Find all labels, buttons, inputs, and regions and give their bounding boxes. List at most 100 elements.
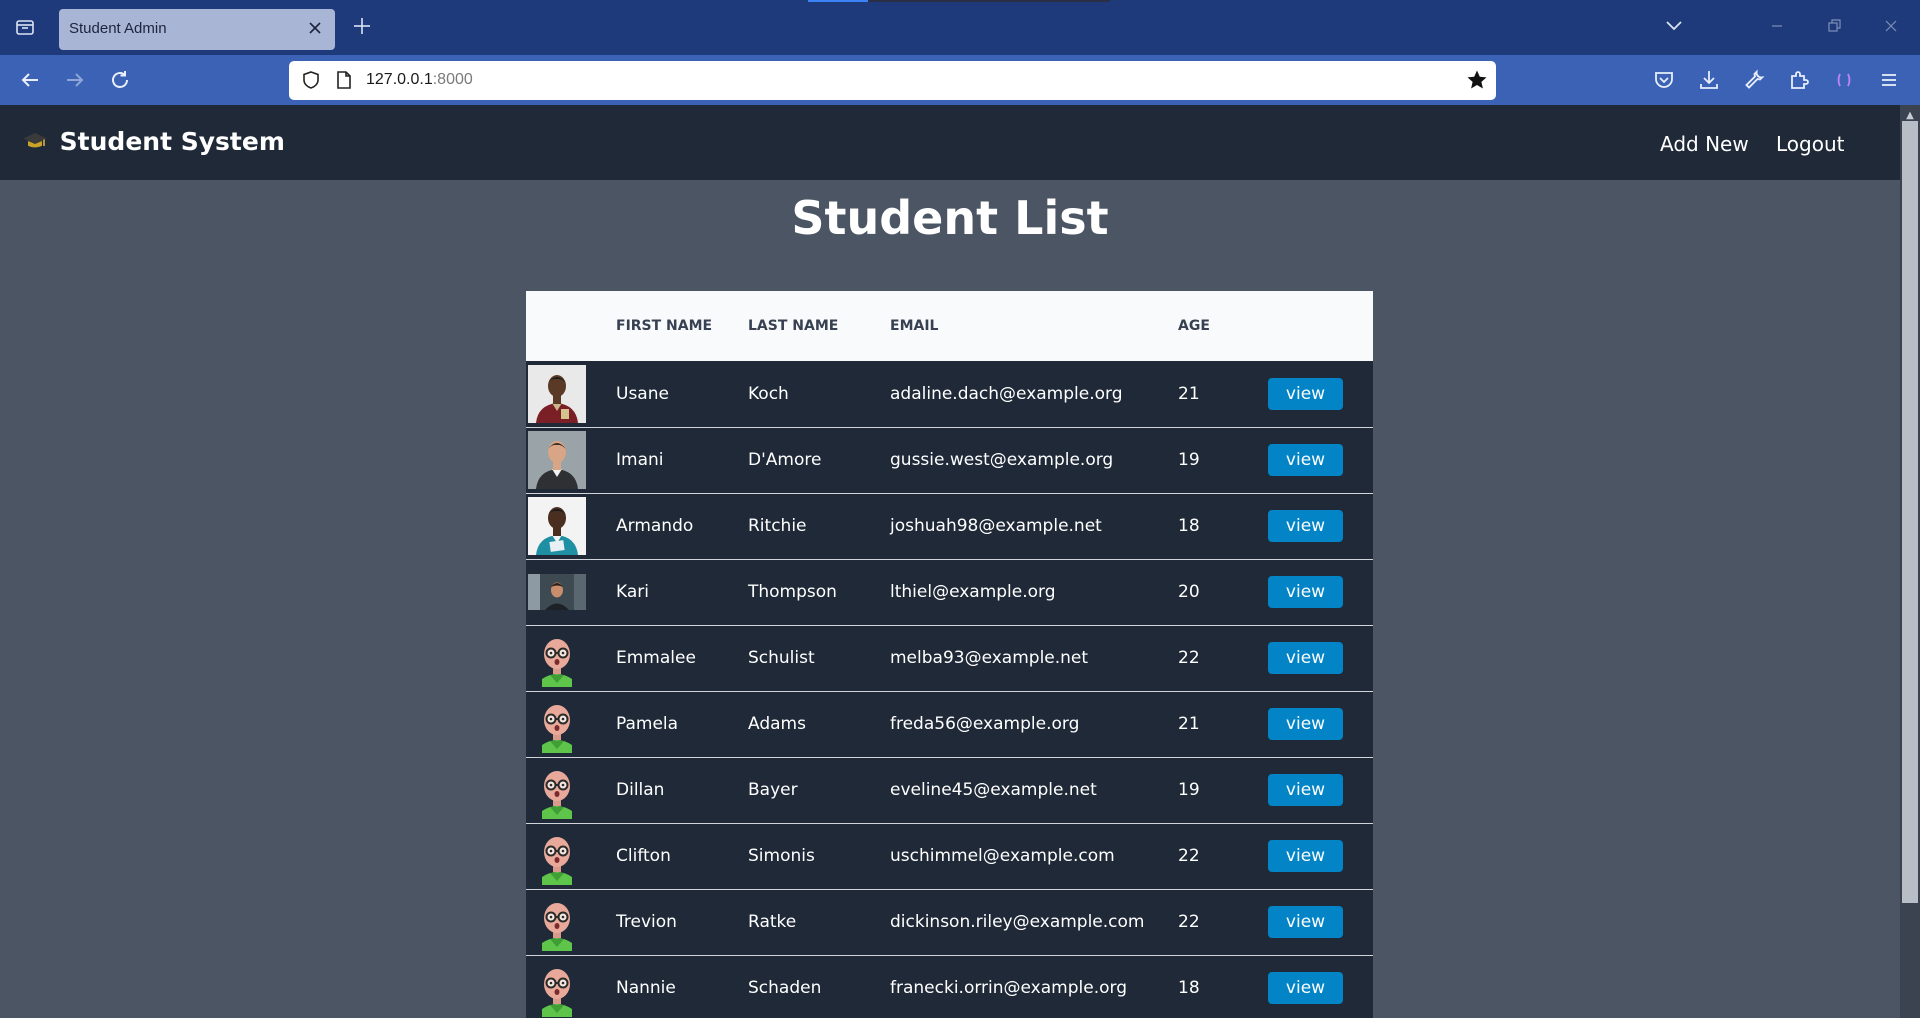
scroll-thumb[interactable] [1902,121,1918,903]
cell-last-name: Schaden [748,978,822,998]
cell-first-name: Armando [616,516,694,536]
scroll-up-icon[interactable]: ▲ [1904,111,1916,121]
table-row: Emmalee Schulist melba93@example.net 22 view [526,625,1373,691]
student-table: FIRST NAME LAST NAME EMAIL AGE Usane Koch… [526,291,1373,1018]
cell-email: dickinson.riley@example.com [890,912,1145,932]
cell-action: view [1268,889,1373,955]
table-row: Armando Ritchie joshuah98@example.net 18 vie… [526,493,1373,559]
cell-photo [526,823,616,889]
shield-icon[interactable] [301,70,321,90]
cell-age: 18 [1178,978,1200,998]
table-row: Kari Thompson lthiel@example.org 20 view [526,559,1373,625]
cell-first-name: Nannie [616,978,676,998]
pocket-icon[interactable] [1652,68,1676,92]
cell-photo [526,757,616,823]
minimize-icon[interactable] [1765,14,1789,38]
cell-photo [526,691,616,757]
cell-action: view [1268,691,1373,757]
view-button[interactable]: view [1268,972,1343,1004]
page-icon[interactable] [335,70,353,90]
header-first-name: FIRST NAME [616,317,713,334]
site-navbar: Student System Add New Logout [0,105,1900,180]
cell-email: melba93@example.net [890,648,1089,668]
cell-age: 22 [1178,912,1200,932]
view-button[interactable]: view [1268,576,1343,608]
view-button[interactable]: view [1268,642,1343,674]
view-button[interactable]: view [1268,906,1343,938]
puzzle-icon[interactable] [1787,68,1811,92]
view-button[interactable]: view [1268,377,1343,410]
cell-last-name: D'Amore [748,450,822,470]
window-close-icon[interactable] [1879,14,1903,38]
avatar [528,761,586,819]
view-button[interactable]: view [1268,510,1343,542]
container-icon[interactable] [1832,68,1856,92]
cell-first-name: Kari [616,582,649,602]
cell-action: view [1268,361,1373,427]
restore-icon[interactable] [1822,14,1846,38]
page-scrollbar[interactable]: ▲ [1900,105,1920,1018]
cell-last-name: Koch [748,383,789,404]
cell-last-name: Bayer [748,780,798,800]
chevron-down-icon[interactable] [1662,16,1686,36]
avatar [528,959,586,1017]
address-bar[interactable]: 127.0.0.1:8000 [289,61,1496,100]
cell-first-name: Clifton [616,846,671,866]
cell-first-name: Dillan [616,780,665,800]
cell-photo [526,427,616,493]
cell-first-name: Imani [616,450,664,470]
hamburger-menu-icon[interactable] [1877,68,1901,92]
avatar [528,827,586,885]
url-text[interactable]: 127.0.0.1:8000 [366,71,473,89]
wrench-icon[interactable] [1742,68,1766,92]
cell-age: 19 [1178,780,1200,800]
cell-photo [526,559,616,625]
view-button[interactable]: view [1268,444,1343,476]
cell-photo [526,625,616,691]
cell-age: 21 [1178,383,1200,404]
cell-email: freda56@example.org [890,714,1080,734]
view-button[interactable]: view [1268,774,1343,806]
back-arrow-icon[interactable] [18,68,42,92]
tab-list-icon[interactable] [14,16,36,38]
add-new-link[interactable]: Add New [1660,132,1749,156]
tab-title: Student Admin [69,20,167,37]
cell-last-name: Thompson [748,582,837,602]
cell-age: 22 [1178,648,1200,668]
cell-action: view [1268,559,1373,625]
page-viewport: Student System Add New Logout Student Li… [0,105,1900,1018]
cell-first-name: Pamela [616,714,679,734]
cell-email: franecki.orrin@example.org [890,978,1127,998]
close-icon[interactable] [305,18,325,38]
cell-age: 22 [1178,846,1200,866]
header-photo [526,291,616,361]
cell-email: gussie.west@example.org [890,450,1114,470]
cell-action: view [1268,757,1373,823]
star-icon[interactable] [1466,69,1488,91]
table-row: Clifton Simonis uschimmel@example.com 22 vie… [526,823,1373,889]
cell-email: eveline45@example.net [890,780,1097,800]
cell-first-name: Emmalee [616,648,696,668]
cell-email: joshuah98@example.net [890,516,1102,536]
browser-tab-active[interactable]: Student Admin [59,9,335,50]
reload-icon[interactable] [108,68,132,92]
brand[interactable]: Student System [22,127,285,156]
header-last-name: LAST NAME [748,317,839,334]
cell-photo [526,361,616,427]
forward-arrow-icon[interactable] [63,68,87,92]
view-button[interactable]: view [1268,708,1343,740]
avatar [528,497,586,555]
header-action [1268,291,1373,361]
download-icon[interactable] [1697,68,1721,92]
plus-icon[interactable] [350,14,374,38]
table-row: Nannie Schaden franecki.orrin@example.org 1… [526,955,1373,1018]
avatar [528,893,586,951]
avatar [528,364,586,423]
view-button[interactable]: view [1268,840,1343,872]
cell-last-name: Schulist [748,648,815,668]
browser-tab-bar: Student Admin [0,0,1920,55]
page-title: Student List [791,191,1109,245]
cell-photo [526,889,616,955]
table-row: Trevion Ratke dickinson.riley@example.com 2… [526,889,1373,955]
logout-link[interactable]: Logout [1776,132,1844,156]
